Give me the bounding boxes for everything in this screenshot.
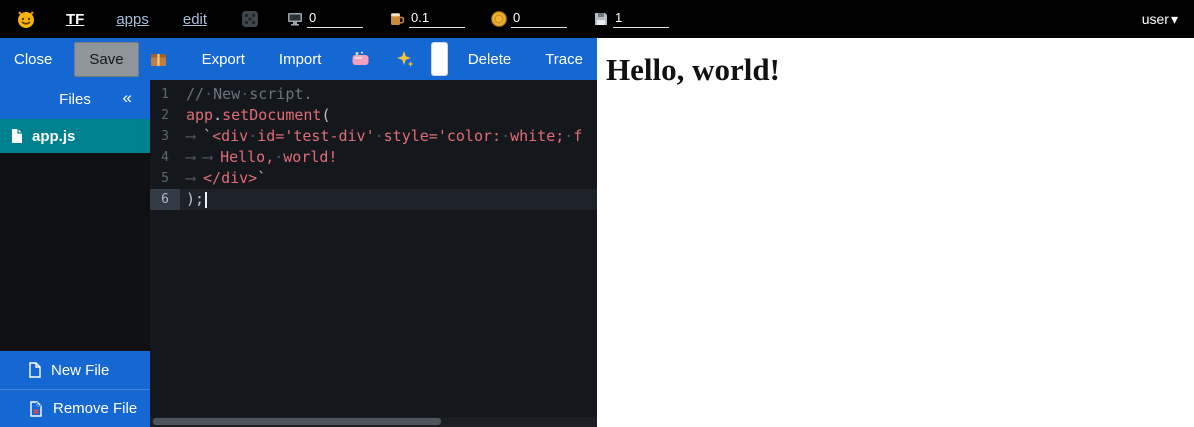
editor-toolbar: Close Save Export Import	[0, 38, 597, 80]
save-button[interactable]: Save	[74, 42, 138, 77]
sparkles-icon[interactable]	[396, 50, 415, 69]
trace-button[interactable]: Trace	[535, 42, 593, 77]
file-name: app.js	[32, 128, 75, 145]
apps-link[interactable]: apps	[116, 11, 149, 28]
code-editor[interactable]: 123456 //·New·script.app.setDocument(⟶`<…	[150, 80, 597, 427]
coin-value[interactable]: 0	[511, 10, 567, 28]
line-number: 1	[150, 84, 180, 105]
line-number: 3	[150, 126, 180, 147]
edit-link[interactable]: edit	[183, 11, 207, 28]
files-header: Files «	[0, 80, 150, 119]
floppy-value[interactable]: 1	[613, 10, 669, 28]
new-file-button[interactable]: New File	[0, 351, 150, 389]
import-button[interactable]: Import	[269, 42, 332, 77]
files-title: Files	[59, 91, 91, 108]
user-menu[interactable]: user ▾	[1142, 11, 1178, 28]
stat-coin: 0	[491, 10, 567, 28]
workspace: Files « app.js New File	[0, 80, 597, 427]
file-list-empty-area	[0, 153, 150, 351]
code-line-3[interactable]: ⟶`<div·id='test-div'·style='color:·white…	[180, 126, 597, 147]
main-area: Close Save Export Import	[0, 38, 1194, 427]
remove-file-label: Remove File	[53, 400, 137, 417]
package-icon[interactable]	[149, 50, 168, 69]
new-file-label: New File	[51, 362, 109, 379]
code-line-6[interactable]: );	[180, 189, 597, 210]
file-icon	[10, 128, 24, 144]
monitor-value[interactable]: 0	[307, 10, 363, 28]
delete-button[interactable]: Delete	[458, 42, 521, 77]
remove-file-icon	[28, 401, 44, 417]
line-number: 4	[150, 147, 180, 168]
line-number: 2	[150, 105, 180, 126]
monitor-icon	[287, 11, 303, 27]
line-number: 6	[150, 189, 180, 210]
code-line-1[interactable]: //·New·script.	[180, 84, 597, 105]
export-button[interactable]: Export	[192, 42, 255, 77]
preview-pane: Hello, world!	[597, 38, 1194, 427]
emoji-picker-button[interactable]	[431, 42, 447, 76]
code-line-2[interactable]: app.setDocument(	[180, 105, 597, 126]
editor-gutter: 123456	[150, 80, 180, 427]
file-row[interactable]: app.js	[0, 119, 150, 153]
user-label: user	[1142, 11, 1169, 27]
code-line-4[interactable]: ⟶⟶Hello,·world!	[180, 147, 597, 168]
code-line-5[interactable]: ⟶</div>`	[180, 168, 597, 189]
close-button[interactable]: Close	[4, 42, 62, 77]
stat-floppy: 1	[593, 10, 669, 28]
editor-pane: Close Save Export Import	[0, 38, 597, 427]
remove-file-button[interactable]: Remove File	[0, 389, 150, 427]
preview-heading: Hello, world!	[606, 52, 1194, 88]
horizontal-scrollbar-thumb[interactable]	[153, 418, 441, 425]
devil-icon[interactable]	[16, 9, 36, 29]
line-number: 5	[150, 168, 180, 189]
editor-code[interactable]: //·New·script.app.setDocument(⟶`<div·id=…	[180, 80, 597, 427]
topbar: TF apps edit 0	[0, 0, 1194, 38]
files-sidebar: Files « app.js New File	[0, 80, 150, 427]
beer-value[interactable]: 0.1	[409, 10, 465, 28]
collapse-sidebar-button[interactable]: «	[123, 88, 132, 108]
chevron-down-icon: ▾	[1171, 11, 1178, 28]
brand-link[interactable]: TF	[66, 11, 84, 28]
coin-icon	[491, 11, 507, 27]
stat-beer: 0.1	[389, 10, 465, 28]
app-window: TF apps edit 0	[0, 0, 1194, 427]
file-list: app.js	[0, 119, 150, 153]
stat-monitor: 0	[287, 10, 363, 28]
floppy-icon	[593, 11, 609, 27]
new-file-icon	[28, 362, 42, 378]
soap-icon[interactable]	[351, 50, 370, 69]
grid-icon[interactable]	[241, 10, 259, 28]
text-cursor	[205, 192, 207, 208]
beer-icon	[389, 11, 405, 27]
